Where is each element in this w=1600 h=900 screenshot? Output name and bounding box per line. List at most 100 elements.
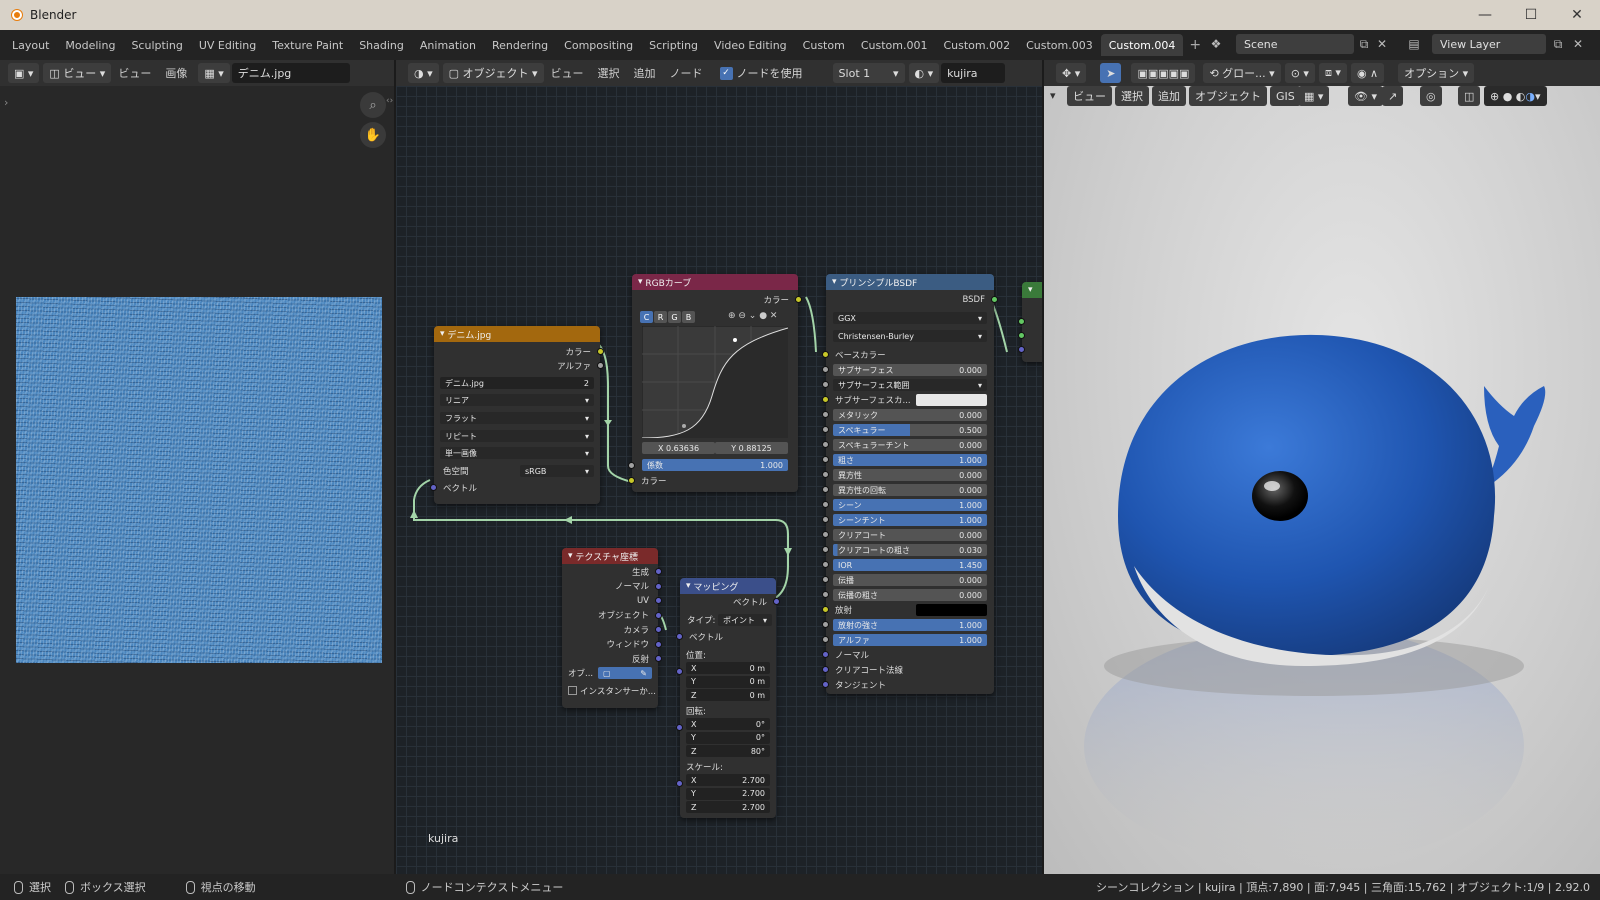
object-picker-field[interactable]: ▢ ✎	[598, 667, 652, 679]
image-datablock-field[interactable]: デニム.jpg 2	[440, 377, 594, 389]
mapping-scale-field[interactable]: Z 2.700	[686, 801, 770, 813]
bsdf-input-socket[interactable]	[822, 606, 829, 613]
mapping-loc-field[interactable]: Z 0 m	[686, 689, 770, 701]
object-mode-dropdown[interactable]: ▢ オブジェクト ▾	[442, 63, 544, 83]
bsdf-input-socket[interactable]	[822, 381, 829, 388]
bsdf-slider[interactable]: シーン 1.000	[833, 499, 987, 511]
factor-input-socket[interactable]	[628, 462, 635, 469]
material-name-field[interactable]: kujira	[941, 63, 1006, 83]
viewport-options-dropdown[interactable]: オプション ▾	[1398, 63, 1475, 83]
select-mode-icons[interactable]: ▣▣▣▣▣	[1131, 63, 1196, 83]
view-layer-browse-icon[interactable]: ▤	[1406, 36, 1422, 52]
pivot-icon[interactable]: ⊙ ▾	[1284, 63, 1315, 83]
select-tool-icon[interactable]: ➤	[1100, 63, 1122, 83]
mapping-input-socket[interactable]	[676, 668, 683, 675]
material-output-node-header[interactable]: ▾	[1022, 282, 1042, 298]
source-dropdown[interactable]: 単一画像 ▾	[440, 447, 594, 459]
bsdf-input-socket[interactable]	[822, 561, 829, 568]
rgb-curves-node-header[interactable]: ▾ RGBカーブ	[632, 274, 798, 290]
node-editor[interactable]: ▾ デニム.jpg カラー アルファ デニム.jpg 2 リニア ▾ フラット ▾ …	[396, 86, 1042, 874]
bsdf-input-socket[interactable]	[822, 621, 829, 628]
interpolation-dropdown[interactable]: リニア ▾	[440, 394, 594, 406]
image-name-field[interactable]: デニム.jpg	[231, 63, 350, 83]
workspace-tab[interactable]: Texture Paint	[264, 34, 351, 56]
toolbar-expand-icon[interactable]: ›	[4, 96, 8, 109]
texcoord-output-socket[interactable]	[655, 568, 662, 575]
mapping-vector-input-socket[interactable]	[676, 633, 683, 640]
projection-dropdown[interactable]: フラット ▾	[440, 412, 594, 424]
bsdf-input-socket[interactable]	[822, 471, 829, 478]
texcoord-output-socket[interactable]	[655, 640, 662, 648]
workspace-tab[interactable]: UV Editing	[191, 34, 264, 56]
texcoord-output-socket[interactable]	[655, 655, 662, 662]
view-mode-dropdown[interactable]: ◫ ビュー ▾	[43, 63, 112, 83]
workspace-tab[interactable]: Custom.001	[853, 34, 936, 56]
bsdf-slider[interactable]: 異方性 0.000	[833, 469, 987, 481]
use-nodes-toggle[interactable]: ✓ ノードを使用	[719, 65, 803, 81]
alpha-output-socket[interactable]	[597, 362, 604, 369]
workspace-tab[interactable]: Sculpting	[123, 34, 190, 56]
mapping-rot-field[interactable]: Z 80°	[686, 745, 770, 757]
workspace-tab[interactable]: Animation	[412, 34, 484, 56]
curve-channel-button[interactable]: G	[668, 311, 681, 323]
transform-orientation-dropdown[interactable]: ⟲ グロー... ▾	[1203, 63, 1281, 83]
bsdf-slider[interactable]: 伝播の粗さ 0.000	[833, 589, 987, 601]
bsdf-color-swatch[interactable]	[916, 394, 987, 406]
bsdf-slider[interactable]: クリアコートの粗さ 0.030	[833, 544, 987, 556]
curve-y-field[interactable]: Y 0.88125	[715, 442, 788, 454]
bsdf-color-swatch[interactable]	[916, 604, 987, 616]
image-texture-node-header[interactable]: ▾ デニム.jpg	[434, 326, 600, 342]
bsdf-input-socket[interactable]	[822, 486, 829, 493]
curves-color-output-socket[interactable]	[795, 296, 802, 303]
workspace-tab[interactable]: Modeling	[57, 34, 123, 56]
colorspace-dropdown[interactable]: sRGB ▾	[520, 465, 594, 477]
bsdf-input-socket[interactable]	[822, 546, 829, 553]
bsdf-input-socket[interactable]	[822, 366, 829, 373]
bsdf-slider[interactable]: IOR 1.450	[833, 559, 987, 571]
bsdf-input-socket[interactable]	[822, 456, 829, 463]
viewport-editor-type-icon[interactable]: ✥ ▾	[1056, 63, 1087, 83]
node-editor-type-icon[interactable]: ◑ ▾	[408, 63, 439, 83]
curve-tool-icons[interactable]: ⊕ ⊖ ⌄ ● ✕	[728, 311, 777, 321]
view-menu[interactable]: ビュー	[111, 65, 158, 81]
principled-bsdf-node[interactable]: ▾ プリンシプルBSDF BSDF GGX ▾ Christensen-Burle…	[822, 274, 998, 694]
bsdf-input-socket[interactable]	[822, 591, 829, 598]
curve-channel-button[interactable]: R	[654, 311, 667, 323]
texture-coordinate-node[interactable]: ▾ テクスチャ座標 生成 ノーマル UV オブジェクト カメラ ウィンドウ 反射 オブ...…	[562, 548, 662, 708]
bsdf-output-socket[interactable]	[991, 296, 998, 303]
editor-type-icon[interactable]: ▣ ▾	[8, 63, 40, 83]
principled-bsdf-node-header[interactable]: ▾ プリンシプルBSDF	[826, 274, 994, 290]
mapping-scale-field[interactable]: Y 2.700	[686, 787, 770, 800]
bsdf-input-socket[interactable]	[822, 666, 829, 673]
add-workspace-icon[interactable]: +	[1183, 37, 1207, 53]
curve-channel-button[interactable]: B	[682, 311, 695, 323]
3d-viewport[interactable]: ▾ ビュー 選択 追加 オブジェクト GIS ▦ ▾ 👁 ▾ ↗ ◎ ◫ ⊕ ● ◐ ◑…	[1044, 86, 1600, 874]
color-output-socket[interactable]	[597, 348, 604, 355]
mapping-node-header[interactable]: ▾ マッピング	[680, 578, 776, 594]
view-layer-selector[interactable]: View Layer	[1432, 34, 1546, 54]
bsdf-slider[interactable]: 放射の強さ 1.000	[833, 619, 987, 631]
node-header-menu[interactable]: ノード	[663, 65, 710, 81]
volume-input-socket[interactable]	[1018, 332, 1025, 339]
bsdf-slider[interactable]: サブサーフェス 0.000	[833, 364, 987, 376]
bsdf-slider[interactable]: アルファ 1.000	[833, 634, 987, 646]
mapping-scale-field[interactable]: X 2.700	[686, 774, 770, 786]
new-scene-icon[interactable]: ⧉	[1356, 36, 1372, 52]
mapping-loc-field[interactable]: X 0 m	[686, 662, 770, 674]
bsdf-input-socket[interactable]	[822, 411, 829, 418]
bsdf-slider[interactable]: クリアコート 0.000	[833, 529, 987, 541]
texcoord-output-socket[interactable]	[655, 582, 662, 590]
workspace-tab[interactable]: Custom.004	[1100, 34, 1184, 56]
workspace-tab[interactable]: Rendering	[484, 34, 556, 56]
bsdf-input-socket[interactable]	[822, 501, 829, 508]
scene-selector[interactable]: Scene	[1236, 34, 1354, 54]
texcoord-output-socket[interactable]	[655, 597, 662, 604]
delete-view-layer-icon[interactable]: ✕	[1570, 36, 1586, 52]
material-browse-icon[interactable]: ◐ ▾	[908, 63, 940, 83]
bsdf-input-socket[interactable]	[822, 651, 829, 658]
mapping-input-socket[interactable]	[676, 780, 683, 787]
image-menu[interactable]: 画像	[158, 65, 194, 81]
bsdf-input-socket[interactable]	[822, 681, 829, 688]
new-view-layer-icon[interactable]: ⧉	[1550, 36, 1566, 52]
distribution-dropdown[interactable]: GGX ▾	[833, 312, 987, 324]
